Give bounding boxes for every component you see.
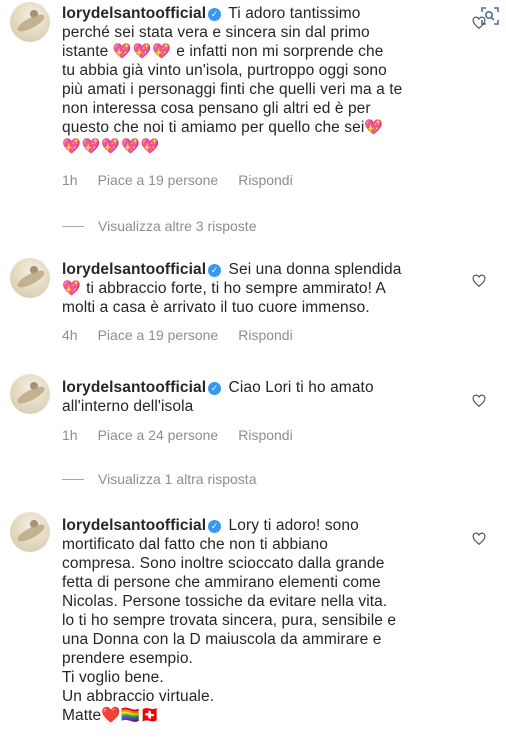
heart-outline-icon[interactable]	[472, 532, 486, 546]
reply-button[interactable]: Rispondi	[238, 427, 292, 443]
verified-badge-icon: ✓	[208, 520, 222, 533]
username[interactable]: lorydelsantoofficial	[62, 5, 206, 22]
hearts-emoji: 💖💖💖	[112, 43, 172, 60]
verified-badge-icon: ✓	[208, 8, 222, 21]
comment-line: molti a casa è arrivato il tuo cuore imm…	[62, 299, 370, 316]
comment-line: istante	[62, 43, 109, 60]
comment-line: non interessa cosa pensano gli altri ed …	[62, 100, 371, 117]
avatar[interactable]	[10, 374, 50, 414]
comment-line: una Donna con la D maiuscola da ammirare…	[62, 631, 382, 648]
avatar[interactable]	[10, 2, 50, 42]
likes-count[interactable]: Piace a 19 persone	[98, 327, 219, 343]
comment-line: lo ti ho sempre trovata sincera, pura, s…	[62, 612, 397, 629]
comment-line: più amati i personaggi finti che quelli …	[62, 81, 403, 98]
comment-meta: 1h Piace a 19 persone Rispondi	[62, 172, 293, 188]
view-replies-button[interactable]: Visualizza altre 3 risposte	[62, 218, 256, 234]
username[interactable]: lorydelsantoofficial	[62, 261, 206, 278]
emoji-heart-flags: ❤️🏳️‍🌈🇨🇭	[101, 707, 160, 724]
likes-count[interactable]: Piace a 24 persone	[98, 427, 219, 443]
hearts-emoji: 💖💖💖💖💖	[62, 138, 161, 155]
view-replies-button[interactable]: Visualizza 1 altra risposta	[62, 471, 256, 487]
replies-divider	[62, 478, 84, 480]
comment-line: perché sei stata vera e sincera sin dal …	[62, 24, 370, 41]
comment-line: e infatti non mi sorprende che	[176, 43, 384, 60]
comment-line: Matte	[62, 707, 102, 724]
username[interactable]: lorydelsantoofficial	[62, 379, 206, 396]
comment-text: lorydelsantoofficial ✓ Sei una donna sple…	[62, 260, 437, 317]
avatar[interactable]	[10, 512, 50, 552]
comment-line: mortificato dal fatto che non ti abbiano	[62, 536, 328, 553]
comment-line: Nicolas. Persone tossiche da evitare nel…	[62, 593, 388, 610]
timestamp: 1h	[62, 427, 78, 443]
reply-button[interactable]: Rispondi	[238, 172, 292, 188]
timestamp: 4h	[62, 327, 78, 343]
comment-line: Lory ti adoro! sono	[228, 517, 359, 534]
heart-emoji: 💖	[62, 280, 82, 297]
comment-text: lorydelsantoofficial ✓ Ciao Lori ti ho am…	[62, 378, 437, 416]
comment-text: lorydelsantoofficial ✓ Ti adoro tantissim…	[62, 4, 437, 156]
comment-line: Un abbraccio virtuale.	[62, 688, 215, 705]
comment-line: prendere esempio.	[62, 650, 193, 667]
heart-emoji: 💖	[364, 119, 385, 136]
username[interactable]: lorydelsantoofficial	[62, 517, 206, 534]
comment-line: Sei una donna splendida	[228, 261, 402, 278]
verified-badge-icon: ✓	[208, 382, 222, 395]
comment-meta: 4h Piace a 19 persone Rispondi	[62, 327, 293, 343]
timestamp: 1h	[62, 172, 78, 188]
comment-line: questo che noi ti amiamo per quello che …	[62, 119, 365, 136]
heart-outline-icon[interactable]	[472, 394, 486, 408]
view-replies-label: Visualizza altre 3 risposte	[98, 218, 257, 234]
comment-line: all'interno dell'isola	[62, 398, 194, 415]
verified-badge-icon: ✓	[208, 264, 222, 277]
heart-outline-icon[interactable]	[472, 16, 486, 30]
comment-line: tu abbia già vinto un'isola, purtroppo o…	[62, 62, 387, 79]
avatar[interactable]	[10, 258, 50, 298]
reply-button[interactable]: Rispondi	[238, 327, 292, 343]
comment-line: Ciao Lori ti ho amato	[228, 379, 374, 396]
likes-count[interactable]: Piace a 19 persone	[98, 172, 219, 188]
heart-outline-icon[interactable]	[472, 274, 486, 288]
comment-line: ti abbraccio forte, ti ho sempre ammirat…	[86, 280, 386, 297]
comment-meta: 1h Piace a 24 persone Rispondi	[62, 427, 293, 443]
comment-line: Ti adoro tantissimo	[228, 5, 361, 22]
replies-divider	[62, 225, 84, 227]
view-replies-label: Visualizza 1 altra risposta	[98, 471, 257, 487]
comment-line: Ti voglio bene.	[62, 669, 164, 686]
comment-line: fetta di persone che ammirano elementi c…	[62, 574, 381, 591]
comment-text: lorydelsantoofficial ✓ Lory ti adoro! son…	[62, 516, 437, 725]
comment-line: compresa. Sono inoltre scioccato dalla g…	[62, 555, 385, 572]
